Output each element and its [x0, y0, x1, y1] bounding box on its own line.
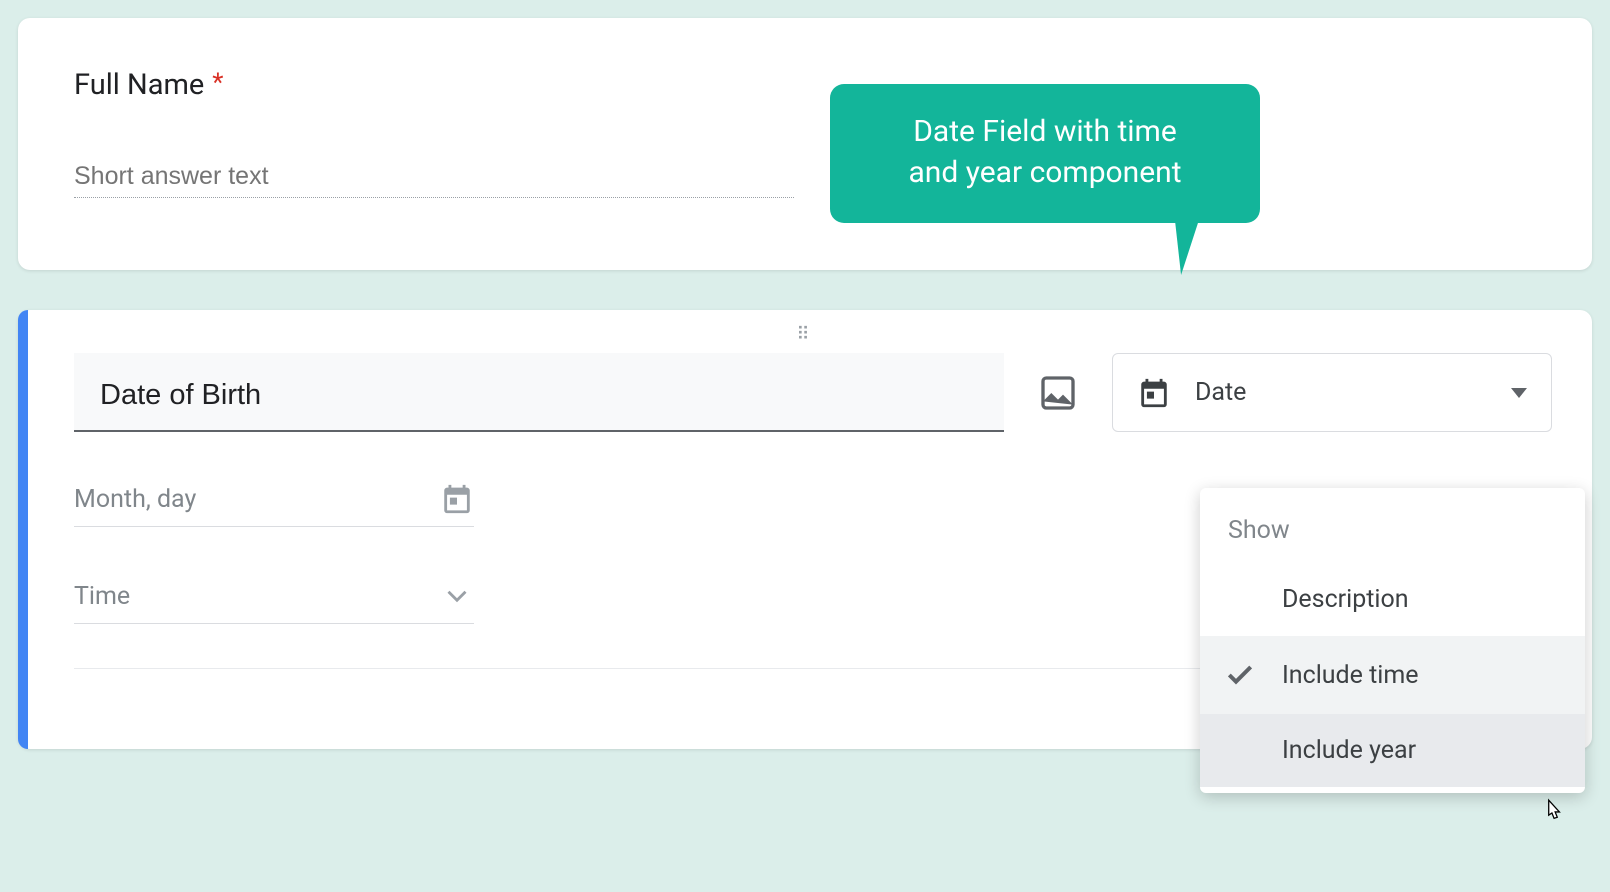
- calendar-icon: [440, 482, 474, 516]
- date-preview-time: Time: [74, 571, 474, 624]
- chevron-down-icon: [440, 579, 474, 613]
- options-menu: Show Description Include time Include ye…: [1200, 488, 1585, 793]
- menu-item-label: Include year: [1282, 736, 1416, 765]
- menu-item-include-year[interactable]: Include year: [1200, 714, 1585, 787]
- question-editor-row: Date: [18, 353, 1592, 432]
- calendar-icon: [1137, 376, 1171, 410]
- annotation-line1: Date Field with time: [860, 112, 1230, 153]
- menu-item-include-time[interactable]: Include time: [1200, 636, 1585, 714]
- annotation-callout: Date Field with time and year component: [830, 84, 1260, 223]
- check-icon: [1224, 658, 1256, 692]
- menu-item-label: Include time: [1282, 661, 1419, 690]
- menu-item-label: Description: [1282, 585, 1409, 614]
- date-preview-label: Month, day: [74, 485, 196, 514]
- image-icon: [1038, 373, 1078, 413]
- drag-handle-icon[interactable]: ⠿: [18, 310, 1592, 353]
- add-image-button[interactable]: [1034, 373, 1082, 413]
- question-title-field-wrap: [74, 353, 1004, 432]
- question-type-select[interactable]: Date: [1112, 353, 1552, 432]
- pointer-cursor-icon: [1540, 798, 1566, 835]
- question-title-text: Full Name: [74, 68, 204, 102]
- time-preview-label: Time: [74, 582, 130, 611]
- chevron-down-icon: [1511, 388, 1527, 398]
- question-card-full-name: Full Name *: [18, 18, 1592, 270]
- date-preview-month-day: Month, day: [74, 474, 474, 527]
- question-title: Full Name *: [74, 68, 1536, 102]
- question-title-input[interactable]: [100, 379, 978, 412]
- required-asterisk: *: [212, 68, 223, 98]
- options-menu-header: Show: [1200, 512, 1585, 563]
- menu-item-description[interactable]: Description: [1200, 563, 1585, 636]
- short-answer-input[interactable]: [74, 162, 794, 198]
- question-type-label: Date: [1195, 378, 1246, 407]
- annotation-line2: and year component: [860, 153, 1230, 194]
